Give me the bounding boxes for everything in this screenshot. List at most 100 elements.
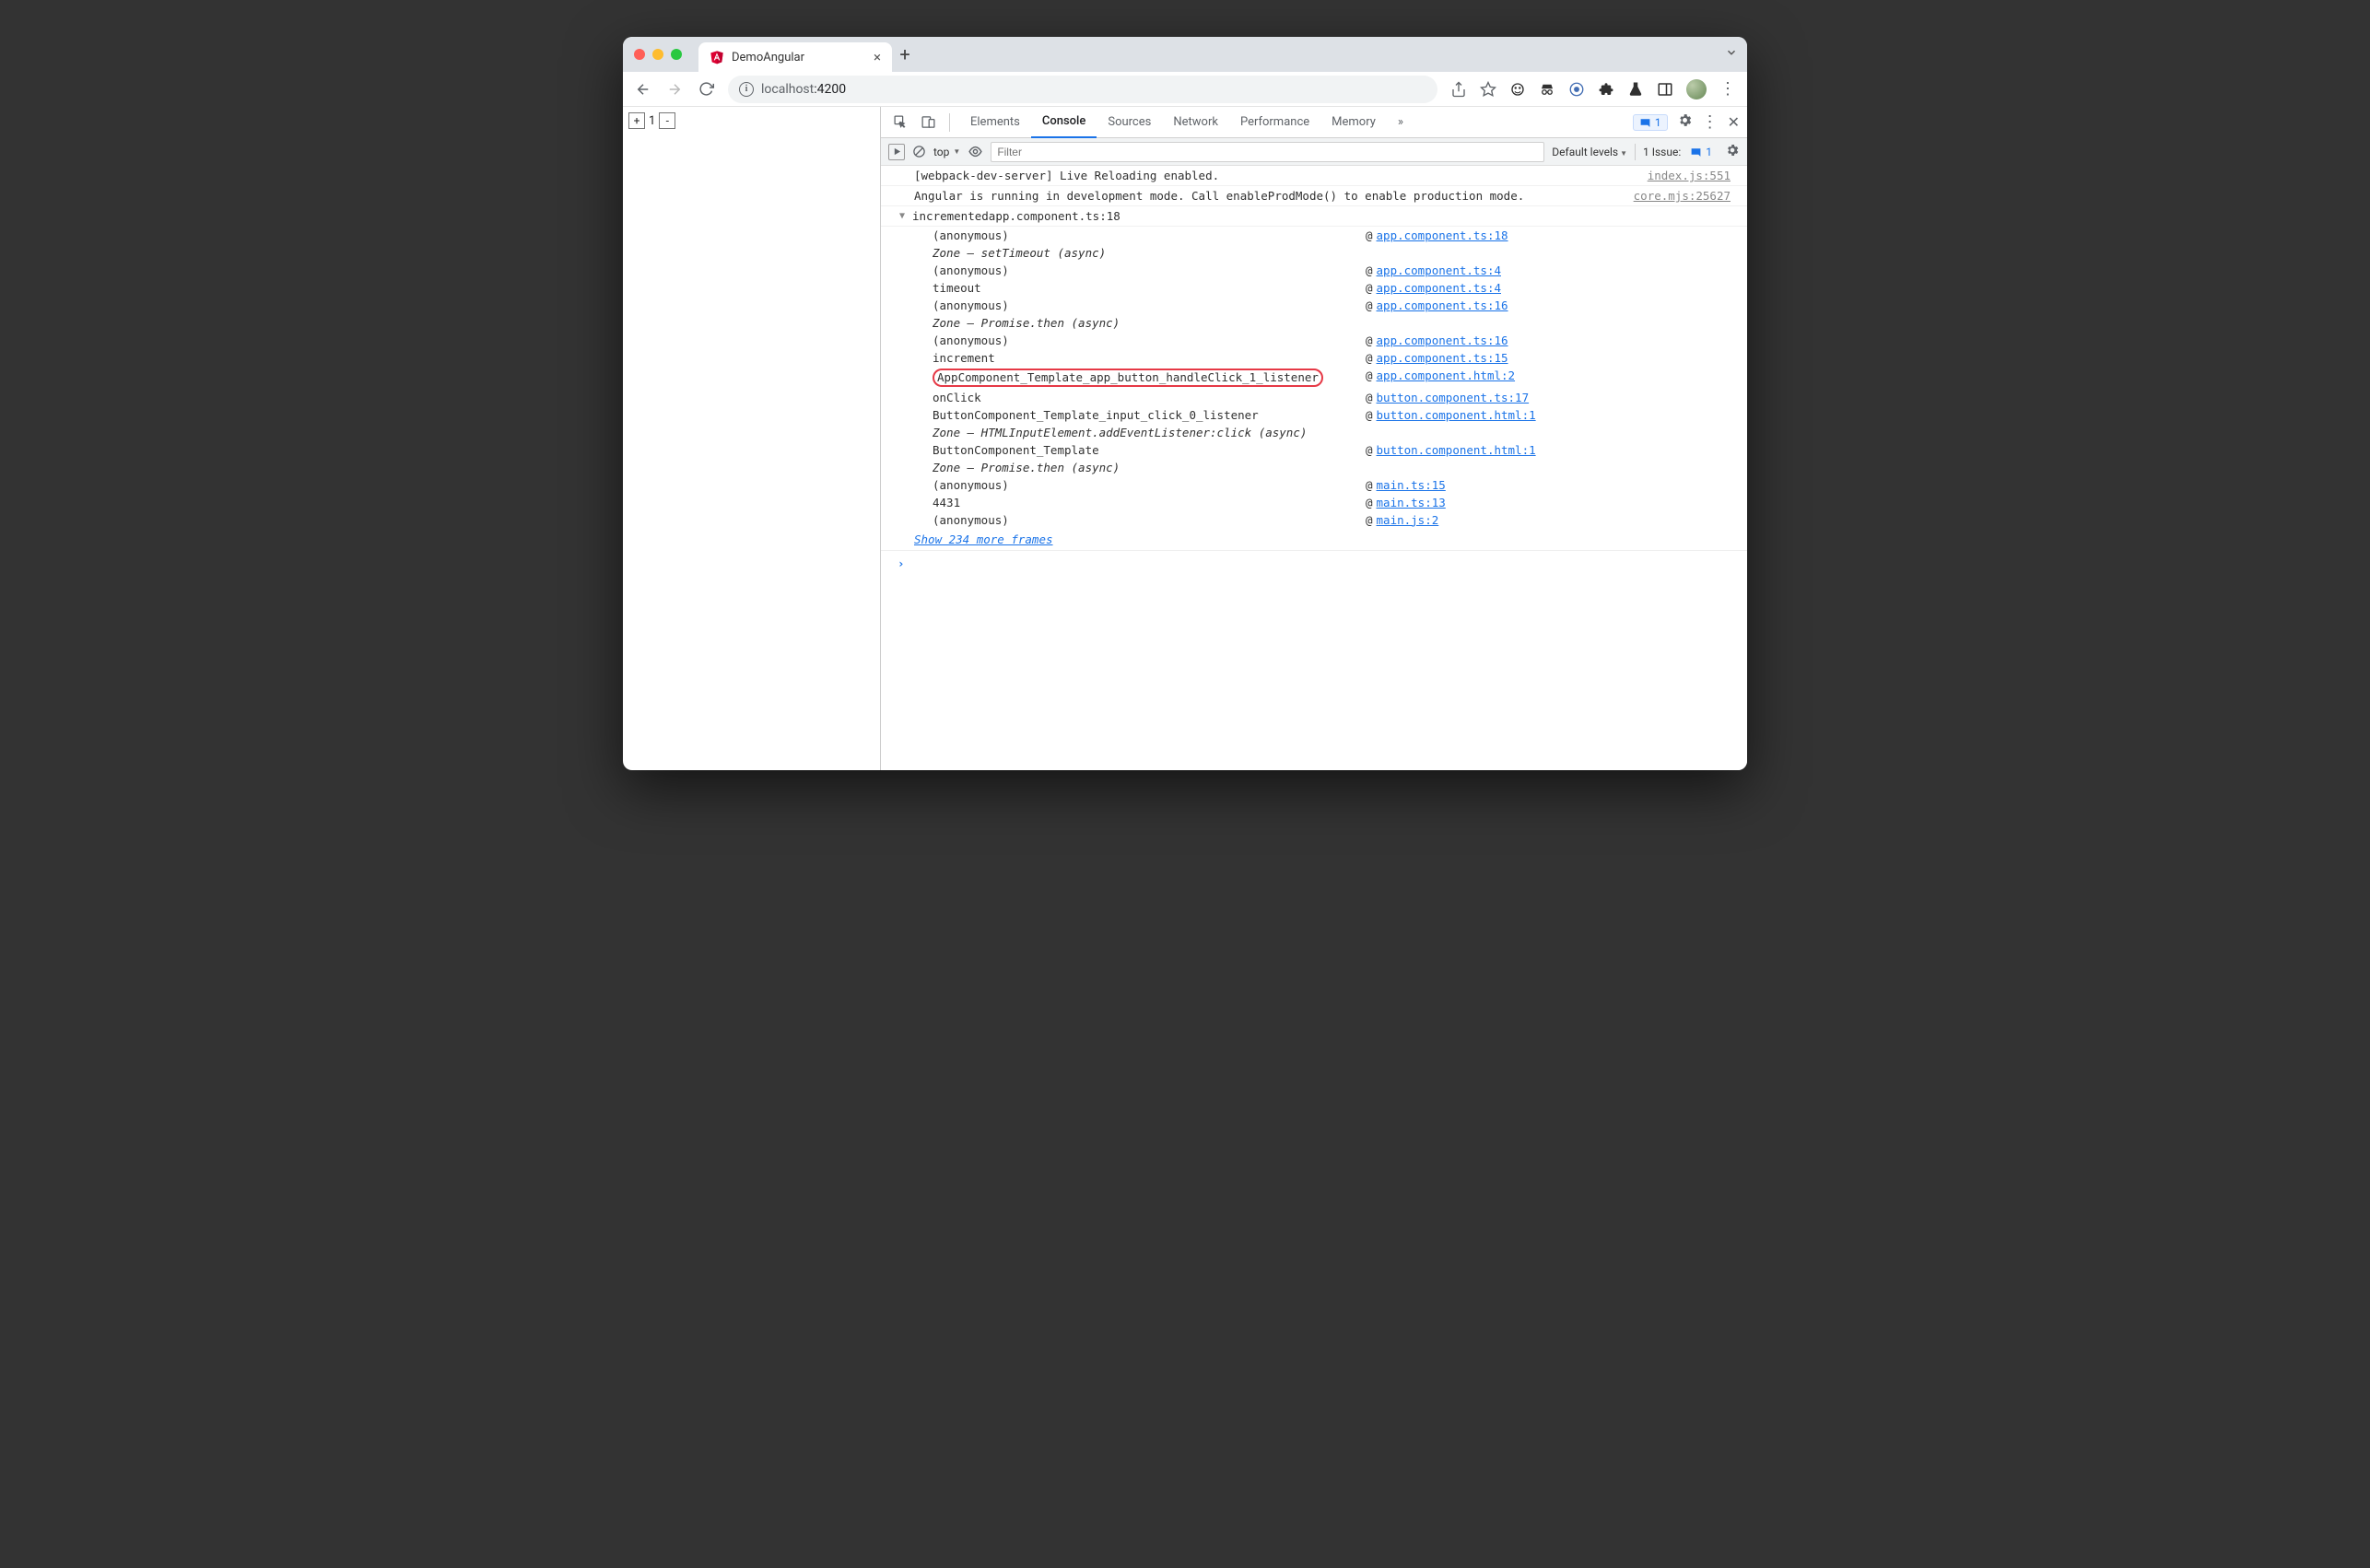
stack-trace: (anonymous)@ app.component.ts:18Zone – s… [881, 227, 1747, 529]
stack-frame: (anonymous)@ main.ts:15 [899, 476, 1747, 494]
site-info-icon[interactable]: i [739, 82, 754, 97]
frame-source-link[interactable]: app.component.ts:16 [1377, 333, 1508, 347]
stack-frame: 4431@ main.ts:13 [899, 494, 1747, 511]
frame-source-link[interactable]: app.component.ts:4 [1377, 281, 1501, 295]
frame-function: 4431 [933, 496, 1366, 509]
at-symbol: @ [1366, 443, 1377, 457]
console-filter-input[interactable] [991, 142, 1544, 162]
devtools-more-tabs[interactable]: » [1390, 115, 1411, 129]
counter-control: + 1 - [628, 112, 874, 129]
frame-function: increment [933, 351, 1366, 365]
issues-button[interactable]: 1 Issue: 1 [1643, 145, 1718, 159]
devtools-tab-memory[interactable]: Memory [1320, 107, 1387, 138]
log-levels-selector[interactable]: Default levels [1552, 146, 1627, 158]
profile-avatar[interactable] [1686, 79, 1707, 99]
window-controls [634, 49, 682, 60]
stack-frame: (anonymous)@ app.component.ts:4 [899, 262, 1747, 279]
incognito-icon[interactable] [1539, 81, 1555, 98]
console-sidebar-toggle[interactable] [888, 144, 905, 160]
frame-source-link[interactable]: button.component.html:1 [1377, 443, 1536, 457]
labs-flask-icon[interactable] [1627, 81, 1644, 98]
at-symbol: @ [1366, 369, 1377, 387]
stack-frame: onClick@ button.component.ts:17 [899, 389, 1747, 406]
at-symbol: @ [1366, 263, 1377, 277]
close-window-button[interactable] [634, 49, 645, 60]
frame-function: Zone – Promise.then (async) [933, 316, 1366, 330]
browser-window: DemoAngular × + i localhost:4200 ⋮ [623, 37, 1747, 770]
forward-button[interactable] [665, 80, 684, 99]
log-row: Angular is running in development mode. … [881, 186, 1747, 206]
devtools-tab-performance[interactable]: Performance [1229, 107, 1320, 138]
devtools-panel: ElementsConsoleSourcesNetworkPerformance… [881, 107, 1747, 770]
frame-source-link[interactable]: button.component.html:1 [1377, 408, 1536, 422]
frame-source-link[interactable]: app.component.ts:18 [1377, 228, 1508, 242]
show-more-frames[interactable]: Show 234 more frames [881, 529, 1747, 550]
at-symbol: @ [1366, 391, 1377, 404]
frame-function: AppComponent_Template_app_button_handleC… [933, 369, 1366, 387]
panel-icon[interactable] [1657, 81, 1673, 98]
at-symbol: @ [1366, 513, 1377, 527]
stack-frame: (anonymous)@ app.component.ts:18 [899, 227, 1747, 244]
stack-frame: (anonymous)@ app.component.ts:16 [899, 332, 1747, 349]
extension-icon-1[interactable] [1509, 81, 1526, 98]
inspect-element-button[interactable] [888, 111, 912, 135]
new-tab-button[interactable]: + [892, 45, 918, 64]
increment-button[interactable]: + [628, 112, 645, 129]
decrement-button[interactable]: - [659, 112, 675, 129]
browser-toolbar: i localhost:4200 ⋮ [623, 72, 1747, 107]
share-icon[interactable] [1450, 81, 1467, 98]
devtools-tab-network[interactable]: Network [1162, 107, 1229, 138]
frame-source-link[interactable]: app.component.ts:4 [1377, 263, 1501, 277]
stack-frame: Zone – Promise.then (async) [899, 314, 1747, 332]
frame-source-link[interactable]: app.component.ts:15 [1377, 351, 1508, 365]
stack-frame: Zone – HTMLInputElement.addEventListener… [899, 424, 1747, 441]
devtools-tab-console[interactable]: Console [1031, 107, 1097, 138]
extension-icon-2[interactable] [1568, 81, 1585, 98]
clear-console-button[interactable] [912, 145, 926, 158]
devtools-menu-button[interactable]: ⋮ [1702, 112, 1719, 132]
device-toolbar-button[interactable] [916, 111, 940, 135]
extensions-puzzle-icon[interactable] [1598, 81, 1614, 98]
browser-tab[interactable]: DemoAngular × [698, 42, 892, 72]
reload-button[interactable] [697, 80, 715, 99]
devtools-close-button[interactable]: ✕ [1728, 113, 1740, 131]
frame-source-link[interactable]: button.component.ts:17 [1377, 391, 1530, 404]
frame-function: timeout [933, 281, 1366, 295]
bookmark-star-icon[interactable] [1480, 81, 1496, 98]
at-symbol: @ [1366, 351, 1377, 365]
minimize-window-button[interactable] [652, 49, 663, 60]
frame-source-link[interactable]: main.ts:15 [1377, 478, 1446, 492]
frame-source-link[interactable]: main.ts:13 [1377, 496, 1446, 509]
highlighted-frame: AppComponent_Template_app_button_handleC… [933, 369, 1323, 387]
devtools-tab-elements[interactable]: Elements [959, 107, 1031, 138]
stack-frame: Zone – setTimeout (async) [899, 244, 1747, 262]
frame-function: (anonymous) [933, 333, 1366, 347]
counter-value: 1 [645, 112, 659, 129]
at-symbol: @ [1366, 281, 1377, 295]
devtools-settings-button[interactable] [1677, 112, 1693, 132]
tab-list-button[interactable] [1725, 46, 1738, 63]
content-split: + 1 - ElementsConsoleSourcesNetworkPerfo… [623, 107, 1747, 770]
at-symbol: @ [1366, 496, 1377, 509]
source-link[interactable]: index.js:551 [1638, 169, 1731, 182]
devtools-messages-chip[interactable]: 1 [1633, 114, 1668, 131]
console-settings-button[interactable] [1725, 143, 1740, 161]
devtools-tab-sources[interactable]: Sources [1097, 107, 1162, 138]
log-group-header[interactable]: ▼ incremented app.component.ts:18 [881, 206, 1747, 227]
live-expression-button[interactable] [968, 144, 983, 159]
maximize-window-button[interactable] [671, 49, 682, 60]
frame-source-link[interactable]: app.component.html:2 [1377, 369, 1516, 387]
browser-menu-button[interactable]: ⋮ [1719, 79, 1736, 99]
tab-title: DemoAngular [732, 51, 804, 64]
group-label: incremented [912, 209, 989, 223]
address-bar[interactable]: i localhost:4200 [728, 76, 1437, 103]
frame-source-link[interactable]: main.js:2 [1377, 513, 1439, 527]
close-tab-button[interactable]: × [874, 49, 881, 65]
frame-source-link[interactable]: app.component.ts:16 [1377, 298, 1508, 312]
back-button[interactable] [634, 80, 652, 99]
console-prompt[interactable]: › [881, 550, 1747, 576]
source-link[interactable]: app.component.ts:18 [989, 209, 1120, 223]
source-link[interactable]: core.mjs:25627 [1625, 189, 1731, 203]
stack-frame: (anonymous)@ app.component.ts:16 [899, 297, 1747, 314]
execution-context-selector[interactable]: top [933, 146, 960, 158]
